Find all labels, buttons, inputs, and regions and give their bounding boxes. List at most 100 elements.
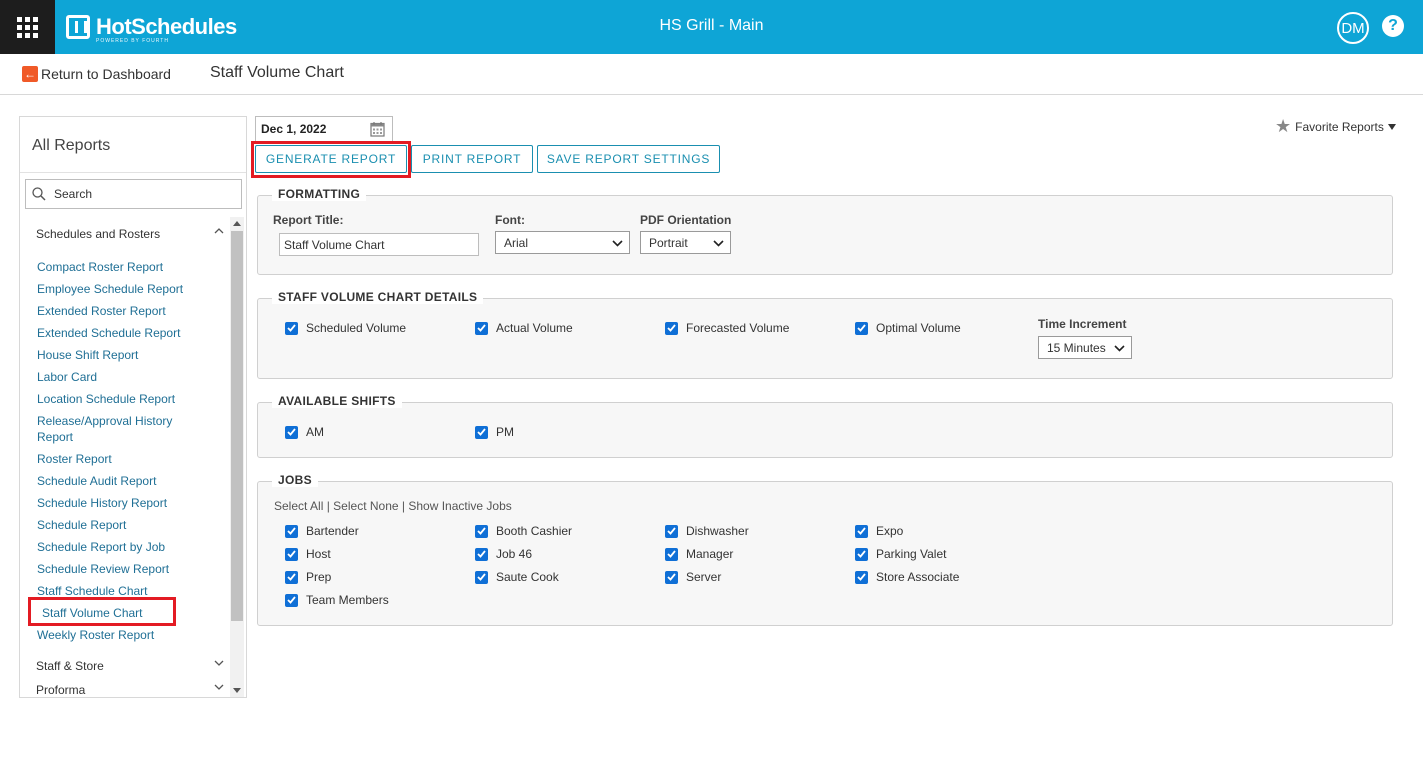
checkbox-shift-am[interactable]: AM	[285, 425, 324, 439]
show-inactive-jobs-link[interactable]: Show Inactive Jobs	[408, 499, 511, 513]
scroll-thumb[interactable]	[231, 231, 243, 621]
checkbox-label: Parking Valet	[876, 547, 947, 561]
chevron-down-icon	[713, 240, 724, 247]
nav-schedule-review-report[interactable]: Schedule Review Report	[37, 561, 207, 577]
search-icon	[32, 187, 46, 201]
check-icon	[475, 321, 488, 335]
formatting-legend: FORMATTING	[272, 187, 367, 201]
checkbox-label: PM	[496, 425, 514, 439]
check-icon	[855, 547, 868, 561]
font-select[interactable]: Arial	[495, 231, 630, 254]
checkbox-label: Server	[686, 570, 722, 584]
check-icon	[475, 524, 488, 538]
user-avatar[interactable]: DM	[1337, 12, 1369, 44]
link-separator: |	[326, 499, 330, 513]
checkbox-label: Bartender	[306, 524, 359, 538]
checkbox-job-parking-valet[interactable]: Parking Valet	[855, 547, 946, 561]
nav-schedule-report[interactable]: Schedule Report	[37, 517, 207, 533]
chevron-up-icon	[214, 228, 224, 234]
checkbox-label: Optimal Volume	[876, 321, 961, 335]
check-icon	[665, 547, 678, 561]
checkbox-job-46[interactable]: Job 46	[475, 547, 532, 561]
help-icon[interactable]: ?	[1382, 15, 1404, 37]
checkbox-job-saute-cook[interactable]: Saute Cook	[475, 570, 559, 584]
time-increment-select[interactable]: 15 Minutes	[1038, 336, 1132, 359]
nav-weekly-roster-report[interactable]: Weekly Roster Report	[37, 627, 207, 643]
section-proforma[interactable]: Proforma	[36, 683, 224, 697]
checkbox-scheduled-volume[interactable]: Scheduled Volume	[285, 321, 406, 335]
link-separator: |	[401, 499, 406, 513]
checkbox-job-store-associate[interactable]: Store Associate	[855, 570, 959, 584]
nav-release-approval-history-report[interactable]: Release/Approval History Report	[37, 413, 207, 445]
check-icon	[285, 593, 298, 607]
check-icon	[285, 570, 298, 584]
checkbox-job-prep[interactable]: Prep	[285, 570, 331, 584]
chart-details-legend: STAFF VOLUME CHART DETAILS	[272, 290, 484, 304]
checkbox-job-dishwasher[interactable]: Dishwasher	[665, 524, 749, 538]
select-none-link[interactable]: Select None	[333, 499, 398, 513]
checkbox-job-manager[interactable]: Manager	[665, 547, 733, 561]
select-all-link[interactable]: Select All	[274, 499, 323, 513]
nav-compact-roster-report[interactable]: Compact Roster Report	[37, 259, 207, 275]
nav-staff-schedule-chart[interactable]: Staff Schedule Chart	[37, 583, 207, 599]
checkbox-optimal-volume[interactable]: Optimal Volume	[855, 321, 961, 335]
scroll-down-icon[interactable]	[233, 688, 241, 693]
checkbox-job-host[interactable]: Host	[285, 547, 331, 561]
checkbox-forecasted-volume[interactable]: Forecasted Volume	[665, 321, 789, 335]
checkbox-job-booth-cashier[interactable]: Booth Cashier	[475, 524, 572, 538]
report-search[interactable]	[25, 179, 242, 209]
print-report-button[interactable]: PRINT REPORT	[411, 145, 533, 173]
nav-schedule-history-report[interactable]: Schedule History Report	[37, 495, 207, 511]
pdf-orientation-select[interactable]: Portrait	[640, 231, 731, 254]
scroll-up-icon[interactable]	[233, 221, 241, 226]
jobs-legend: JOBS	[272, 473, 318, 487]
search-input[interactable]	[54, 187, 224, 201]
checkbox-label: Scheduled Volume	[306, 321, 407, 335]
checkbox-shift-pm[interactable]: PM	[475, 425, 514, 439]
favorite-reports-dropdown[interactable]: ★ Favorite Reports	[1275, 116, 1396, 137]
date-picker[interactable]: Dec 1, 2022	[255, 116, 393, 141]
save-report-settings-button[interactable]: SAVE REPORT SETTINGS	[537, 145, 720, 173]
check-icon	[665, 524, 678, 538]
nav-location-schedule-report[interactable]: Location Schedule Report	[37, 391, 207, 407]
checkbox-job-bartender[interactable]: Bartender	[285, 524, 359, 538]
arrow-left-icon: ←	[22, 66, 38, 82]
top-bar: HotSchedules POWERED BY FOURTH HS Grill …	[0, 0, 1423, 54]
orientation-value: Portrait	[649, 235, 688, 250]
nav-extended-roster-report[interactable]: Extended Roster Report	[37, 303, 207, 319]
check-icon	[665, 321, 678, 335]
nav-schedule-report-by-job[interactable]: Schedule Report by Job	[37, 539, 207, 555]
nav-extended-schedule-report[interactable]: Extended Schedule Report	[37, 325, 207, 341]
brand-subtitle: POWERED BY FOURTH	[96, 38, 169, 44]
checkbox-label: Manager	[686, 547, 734, 561]
calendar-icon[interactable]	[370, 121, 385, 137]
available-shifts-section: AVAILABLE SHIFTS AM PM	[257, 394, 1393, 458]
check-icon	[855, 321, 868, 335]
chevron-down-icon	[214, 660, 224, 666]
section-schedules-and-rosters[interactable]: Schedules and Rosters	[36, 227, 224, 241]
checkbox-job-team-members[interactable]: Team Members	[285, 593, 389, 607]
check-icon	[285, 321, 298, 335]
return-to-dashboard-link[interactable]: ← Return to Dashboard	[22, 66, 171, 82]
checkbox-job-server[interactable]: Server	[665, 570, 721, 584]
nav-label-line-2: Report	[37, 430, 74, 444]
report-title-input[interactable]	[279, 233, 479, 256]
nav-labor-card[interactable]: Labor Card	[37, 369, 207, 385]
nav-roster-report[interactable]: Roster Report	[37, 451, 207, 467]
generate-report-button[interactable]: GENERATE REPORT	[255, 145, 407, 173]
section-staff-and-store[interactable]: Staff & Store	[36, 659, 224, 673]
check-icon	[855, 524, 868, 538]
checkbox-job-expo[interactable]: Expo	[855, 524, 903, 538]
nav-house-shift-report[interactable]: House Shift Report	[37, 347, 207, 363]
sub-header: ← Return to Dashboard Staff Volume Chart	[0, 54, 1423, 95]
check-icon	[475, 570, 488, 584]
nav-schedule-audit-report[interactable]: Schedule Audit Report	[37, 473, 207, 489]
nav-employee-schedule-report[interactable]: Employee Schedule Report	[37, 281, 207, 297]
nav-staff-volume-chart[interactable]: Staff Volume Chart	[42, 605, 212, 621]
checkbox-label: Job 46	[496, 547, 533, 561]
checkbox-actual-volume[interactable]: Actual Volume	[475, 321, 573, 335]
checkbox-label: Prep	[306, 570, 332, 584]
checkbox-label: Actual Volume	[496, 321, 573, 335]
check-icon	[475, 425, 488, 439]
sidebar-scrollbar[interactable]	[230, 217, 244, 697]
